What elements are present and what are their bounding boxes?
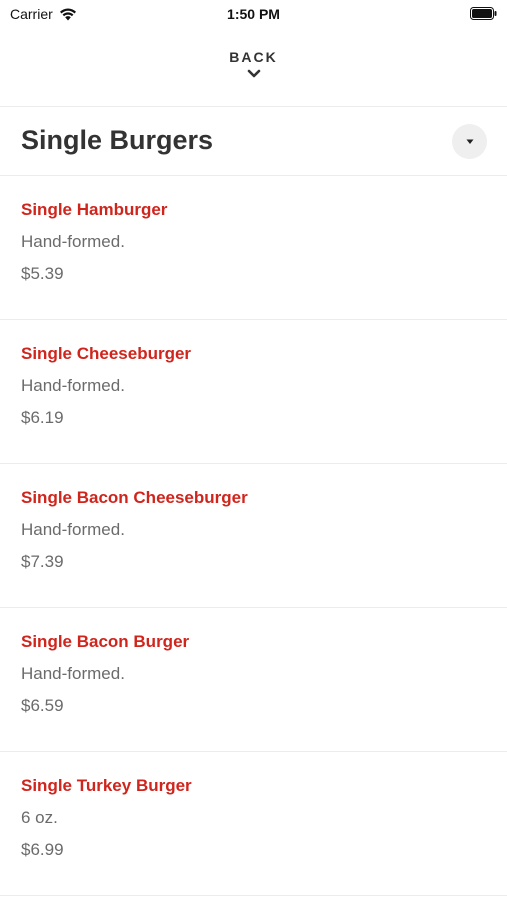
- menu-item-name: Single Bacon Cheeseburger: [21, 488, 248, 507]
- category-dropdown-button[interactable]: [452, 124, 487, 159]
- menu-item-description: 6 oz.: [21, 808, 58, 827]
- menu-item-list: Single Hamburger Hand-formed. $5.39 Sing…: [0, 176, 507, 896]
- battery-icon: [470, 7, 497, 20]
- status-time: 1:50 PM: [227, 6, 280, 22]
- caret-down-icon: [466, 139, 473, 144]
- back-label: BACK: [229, 49, 278, 65]
- menu-item-name: Single Turkey Burger: [21, 776, 192, 795]
- menu-item-price: $6.19: [21, 408, 64, 427]
- menu-item-price: $6.99: [21, 840, 64, 859]
- menu-item[interactable]: Single Hamburger Hand-formed. $5.39: [0, 176, 507, 320]
- back-button[interactable]: BACK: [0, 40, 507, 96]
- menu-item-price: $5.39: [21, 264, 64, 283]
- menu-item-price: $7.39: [21, 552, 64, 571]
- menu-item[interactable]: Single Turkey Burger 6 oz. $6.99: [0, 752, 507, 896]
- header-divider: [0, 106, 507, 107]
- section-title: Single Burgers: [21, 125, 214, 155]
- menu-item-description: Hand-formed.: [21, 232, 125, 251]
- menu-item[interactable]: Single Cheeseburger Hand-formed. $6.19: [0, 320, 507, 464]
- menu-item-name: Single Hamburger: [21, 200, 168, 219]
- menu-item-description: Hand-formed.: [21, 376, 125, 395]
- menu-item-description: Hand-formed.: [21, 664, 125, 683]
- menu-item-name: Single Cheeseburger: [21, 344, 192, 363]
- menu-item-description: Hand-formed.: [21, 520, 125, 539]
- status-bar: Carrier 1:50 PM: [0, 0, 507, 30]
- section-header: Single Burgers: [0, 108, 507, 176]
- menu-item-price: $6.59: [21, 696, 64, 715]
- chevron-down-icon: [247, 69, 260, 78]
- menu-item[interactable]: Single Bacon Cheeseburger Hand-formed. $…: [0, 464, 507, 608]
- menu-item-name: Single Bacon Burger: [21, 632, 190, 651]
- menu-item[interactable]: Single Bacon Burger Hand-formed. $6.59: [0, 608, 507, 752]
